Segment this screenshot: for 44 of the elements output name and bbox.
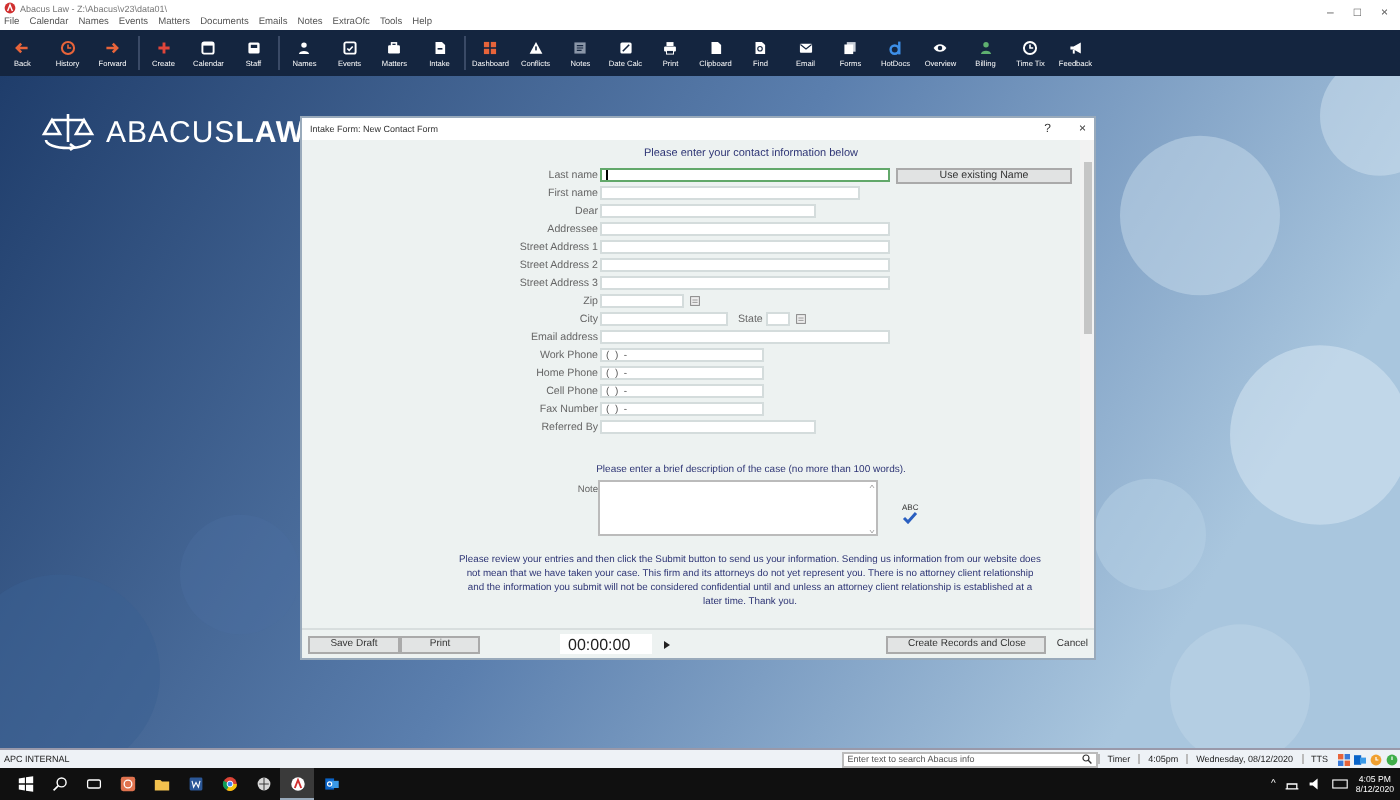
mail-icon bbox=[1354, 753, 1366, 765]
note-icon bbox=[572, 39, 589, 55]
windows-logo-icon[interactable] bbox=[17, 776, 33, 792]
person-icon bbox=[977, 39, 994, 55]
plus-icon bbox=[155, 39, 172, 55]
document-icon bbox=[187, 776, 203, 792]
browser-icon bbox=[221, 776, 237, 792]
d-logo-icon bbox=[887, 39, 904, 55]
taskbar-app[interactable] bbox=[280, 768, 314, 800]
clock-icon bbox=[1370, 753, 1382, 765]
app-icon bbox=[289, 775, 305, 791]
clock-icon bbox=[59, 39, 76, 55]
search-icon[interactable] bbox=[51, 776, 67, 792]
left-arrow-icon bbox=[14, 39, 31, 55]
envelope-icon bbox=[797, 39, 814, 55]
printer-icon bbox=[662, 39, 679, 55]
right-arrow-icon bbox=[104, 39, 121, 55]
warning-icon bbox=[527, 39, 544, 55]
scroll-arrows-icon[interactable] bbox=[868, 482, 876, 536]
note-field[interactable] bbox=[598, 480, 878, 536]
search-icon[interactable] bbox=[1081, 754, 1092, 764]
mail-icon bbox=[323, 776, 339, 792]
megaphone-icon bbox=[1067, 39, 1084, 55]
document-icon bbox=[752, 39, 769, 55]
task-view-icon[interactable] bbox=[85, 776, 101, 792]
grid-icon bbox=[1338, 753, 1350, 765]
keyboard-icon bbox=[1331, 776, 1348, 792]
text-field[interactable] bbox=[600, 167, 890, 183]
document-icon bbox=[431, 39, 448, 55]
eye-icon bbox=[932, 39, 949, 55]
scales-icon bbox=[40, 110, 96, 154]
grid-icon bbox=[482, 39, 499, 55]
play-icon[interactable] bbox=[662, 639, 672, 649]
clock-icon bbox=[1022, 39, 1039, 55]
scrollbar[interactable] bbox=[1080, 140, 1094, 628]
globe-icon bbox=[255, 776, 271, 792]
speaker-icon bbox=[1307, 776, 1324, 792]
person-icon bbox=[296, 39, 313, 55]
power-icon bbox=[1386, 753, 1398, 765]
documents-icon bbox=[842, 39, 859, 55]
id-card-icon bbox=[245, 39, 262, 55]
timer-display: 00:00:00 bbox=[560, 634, 652, 654]
briefcase-icon bbox=[386, 39, 403, 55]
document-icon bbox=[707, 39, 724, 55]
